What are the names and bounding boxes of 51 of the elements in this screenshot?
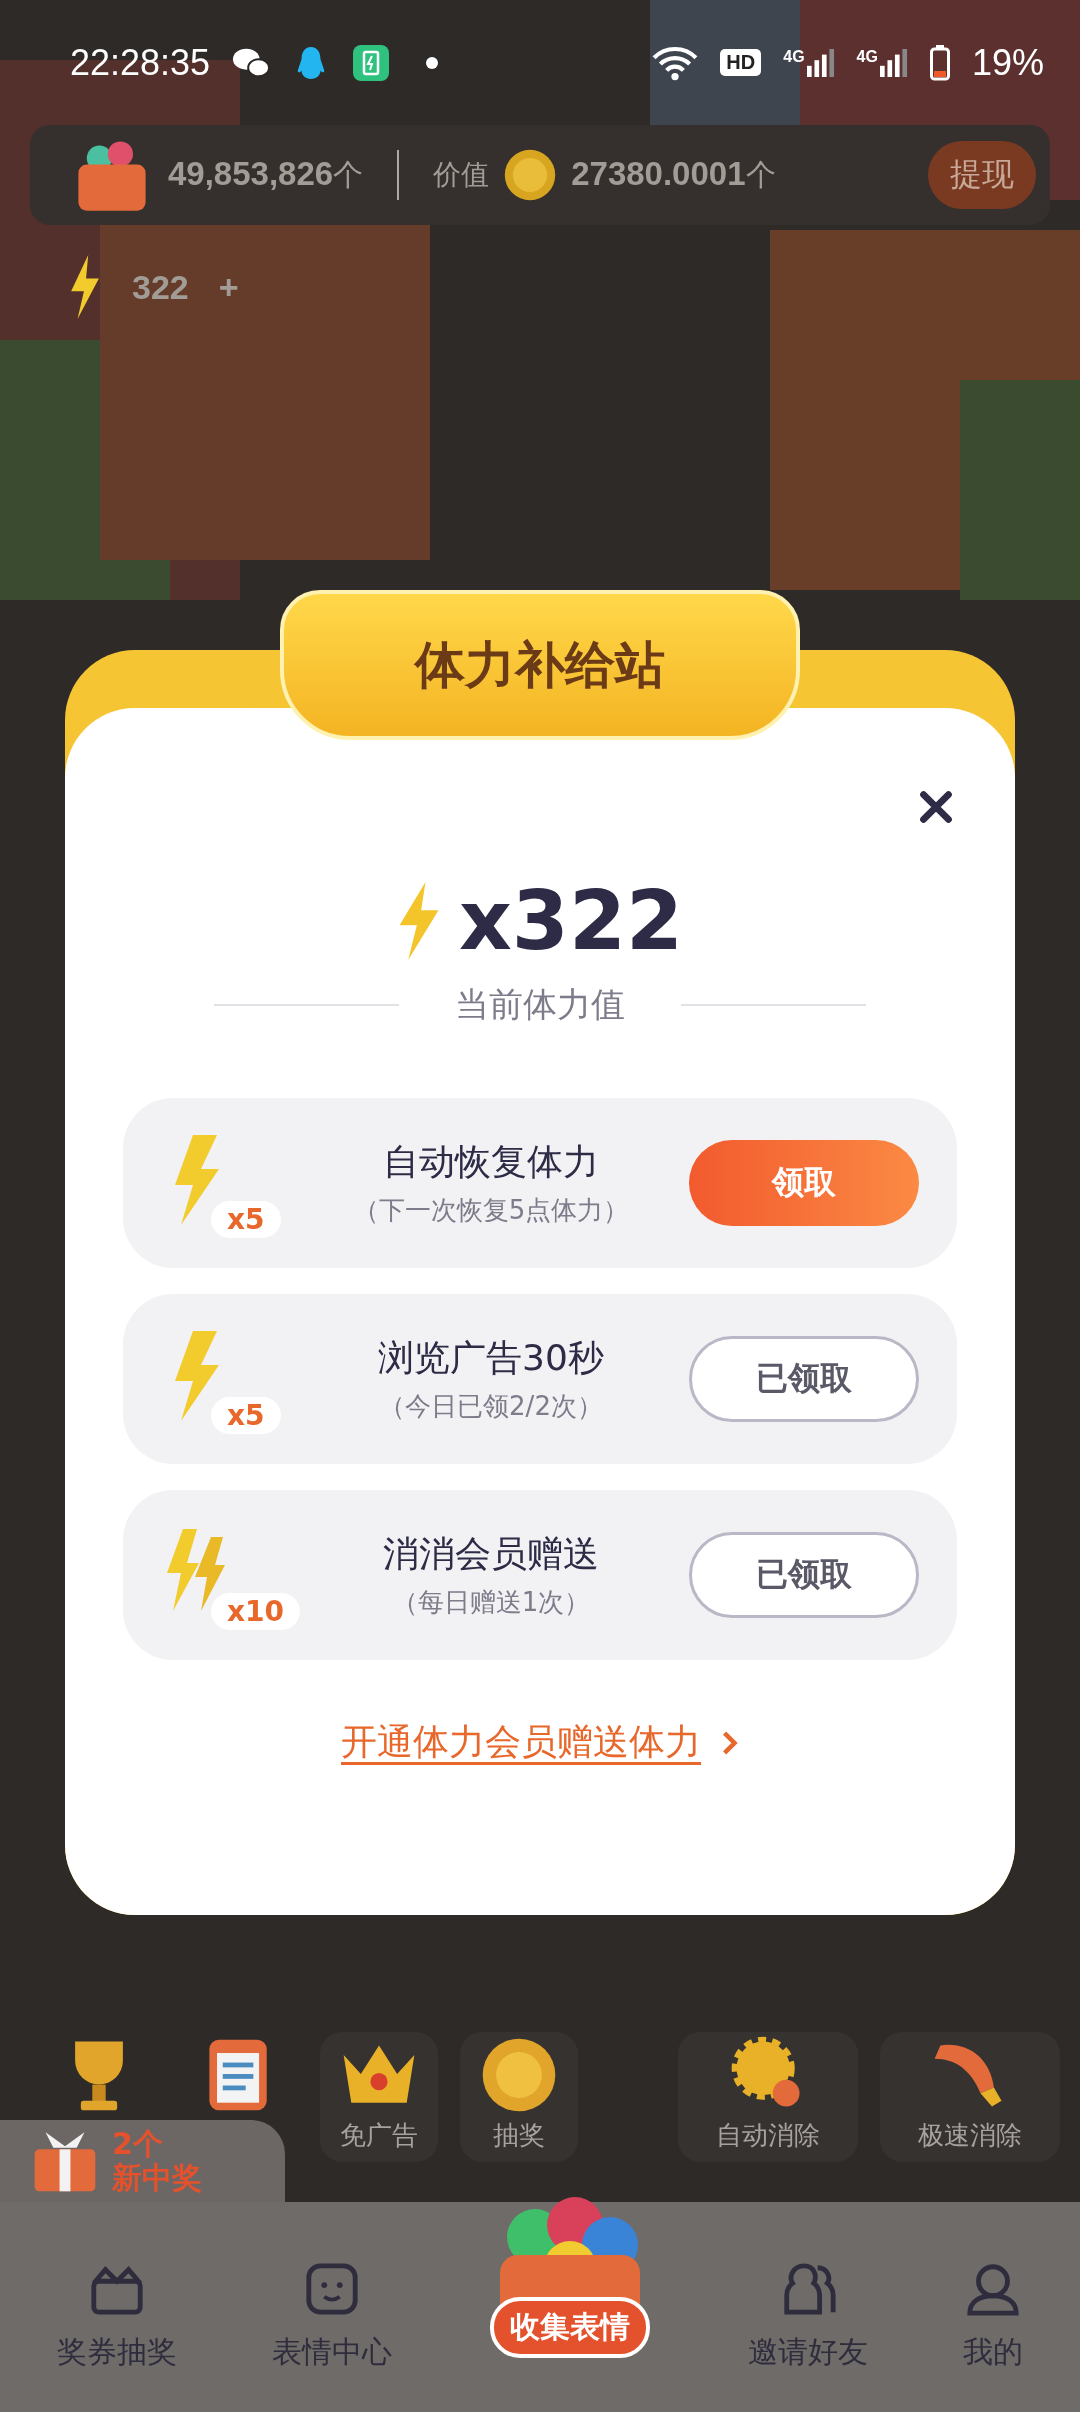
- tool-tile[interactable]: 抽奖: [460, 2032, 578, 2162]
- box-count: 49,853,826个: [168, 154, 364, 194]
- hd-badge: HD: [720, 49, 762, 76]
- signal-icon: [879, 47, 908, 78]
- collect-emoji-button[interactable]: 收集表情: [489, 2296, 650, 2358]
- claim-button[interactable]: 已领取: [689, 1336, 919, 1422]
- status-time: 22:28:35: [70, 41, 211, 84]
- coin-icon: [503, 148, 558, 202]
- nav-tab[interactable]: 邀请好友: [742, 2240, 875, 2374]
- reward-multiplier: x10: [211, 1593, 301, 1630]
- network-label: 4G: [856, 47, 878, 66]
- notification-dot-icon: [426, 56, 439, 69]
- energy-count: 322: [132, 267, 189, 307]
- battery-percent: 19%: [971, 41, 1044, 84]
- wifi-icon: [652, 44, 699, 81]
- add-energy-button[interactable]: +: [218, 267, 239, 307]
- reward-note: （今日已领2/2次）: [379, 1390, 603, 1423]
- tool-label: 抽奖: [493, 2119, 545, 2152]
- value-label: 价值: [433, 157, 490, 193]
- network-label: 4G: [783, 47, 805, 66]
- battery-app-icon: [352, 44, 391, 81]
- tool-label: 免广告: [340, 2119, 418, 2152]
- reward-multiplier: x5: [211, 1397, 281, 1434]
- coin-value: 27380.0001个: [571, 154, 776, 194]
- prize-label: 新中奖: [112, 2161, 202, 2196]
- claim-button[interactable]: 已领取: [689, 1532, 919, 1618]
- tool-tile[interactable]: 免广告: [320, 2032, 438, 2162]
- nav-tab[interactable]: 表情中心: [265, 2240, 398, 2374]
- dialog-title-ribbon: 体力补给站: [280, 590, 800, 740]
- tool-label: 自动消除: [716, 2119, 820, 2152]
- reward-multiplier: x5: [211, 1201, 281, 1238]
- nav-tab[interactable]: 奖券抽奖: [51, 2240, 184, 2374]
- energy-label: 当前体力值: [455, 983, 625, 1026]
- nav-tab[interactable]: 我的: [956, 2240, 1029, 2374]
- claim-button[interactable]: 领取: [689, 1140, 919, 1226]
- membership-link[interactable]: 开通体力会员赠送体力: [341, 1718, 701, 1767]
- reward-title: 自动恢复体力: [383, 1140, 599, 1184]
- reward-note: （下一次恢复5点体力）: [352, 1194, 630, 1227]
- withdraw-button[interactable]: 提现: [928, 141, 1036, 209]
- energy-amount: x322: [458, 873, 684, 968]
- signal-icon: [806, 47, 835, 78]
- battery-icon: [929, 44, 950, 81]
- lightning-icon: [68, 255, 102, 319]
- prize-count: 2个: [112, 2126, 164, 2161]
- tool-tile[interactable]: 自动消除: [678, 2032, 858, 2162]
- reward-note: （每日赠送1次）: [391, 1586, 591, 1619]
- tool-tile[interactable]: 极速消除: [880, 2032, 1060, 2162]
- reward-title: 浏览广告30秒: [378, 1336, 604, 1380]
- reward-title: 消消会员赠送: [383, 1532, 599, 1576]
- tool-label: 极速消除: [918, 2119, 1022, 2152]
- close-icon[interactable]: [919, 790, 953, 824]
